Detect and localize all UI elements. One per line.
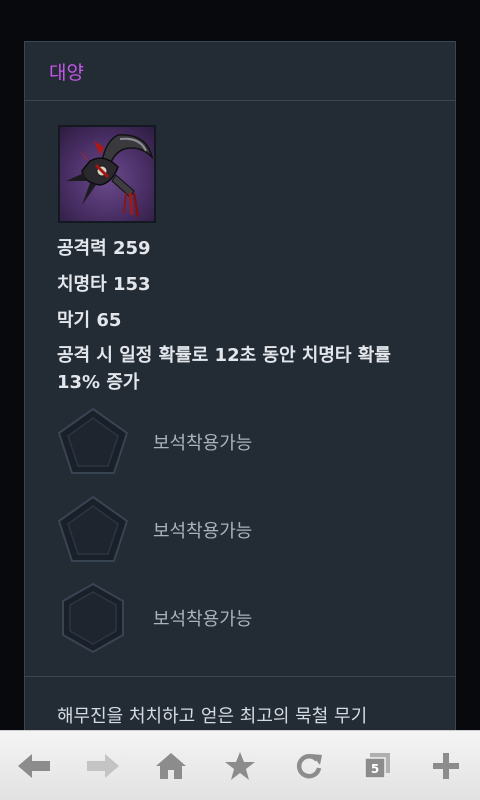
forward-icon xyxy=(86,754,119,778)
tab-count: 5 xyxy=(371,762,379,776)
item-tooltip-card: 대양 공격력 259 치명타 153 막기 65 공격 시 일정 확률로 12초… xyxy=(24,41,456,741)
divider xyxy=(25,676,455,677)
new-tab-button[interactable] xyxy=(416,736,476,796)
refresh-icon xyxy=(296,754,322,779)
forward-button[interactable] xyxy=(73,736,133,796)
back-icon xyxy=(18,754,51,778)
refresh-button[interactable] xyxy=(279,736,339,796)
gem-socket-hexagon-icon xyxy=(57,582,129,654)
home-button[interactable] xyxy=(141,736,201,796)
bookmark-star-icon xyxy=(224,752,255,780)
item-name: 대양 xyxy=(49,61,84,84)
tabs-button[interactable]: 5 xyxy=(347,736,407,796)
socket-label: 보석착용가능 xyxy=(153,433,253,454)
socket-label: 보석착용가능 xyxy=(153,521,253,542)
browser-toolbar: 5 xyxy=(0,730,480,800)
stat-critical: 치명타 153 xyxy=(57,274,151,295)
gem-socket-pentagon-icon xyxy=(57,494,129,566)
socket-label: 보석착용가능 xyxy=(153,609,253,630)
card-header: 대양 xyxy=(25,42,455,101)
stat-attack: 공격력 259 xyxy=(57,238,151,259)
home-icon xyxy=(156,753,187,779)
item-effect: 공격 시 일정 확률로 12초 동안 치명타 확률 13% 증가 xyxy=(57,345,391,393)
weapon-icon xyxy=(58,125,156,223)
gem-socket-pentagon-icon xyxy=(57,406,129,478)
back-button[interactable] xyxy=(4,736,64,796)
bookmark-button[interactable] xyxy=(210,736,270,796)
new-tab-plus-icon xyxy=(432,753,459,779)
screen: 대양 공격력 259 치명타 153 막기 65 공격 시 일정 확률로 12초… xyxy=(0,0,480,800)
stat-block: 막기 65 xyxy=(57,310,122,331)
tabs-icon: 5 xyxy=(364,753,391,779)
item-description: 해무진을 처치하고 얻은 최고의 묵철 무기 xyxy=(57,706,368,727)
